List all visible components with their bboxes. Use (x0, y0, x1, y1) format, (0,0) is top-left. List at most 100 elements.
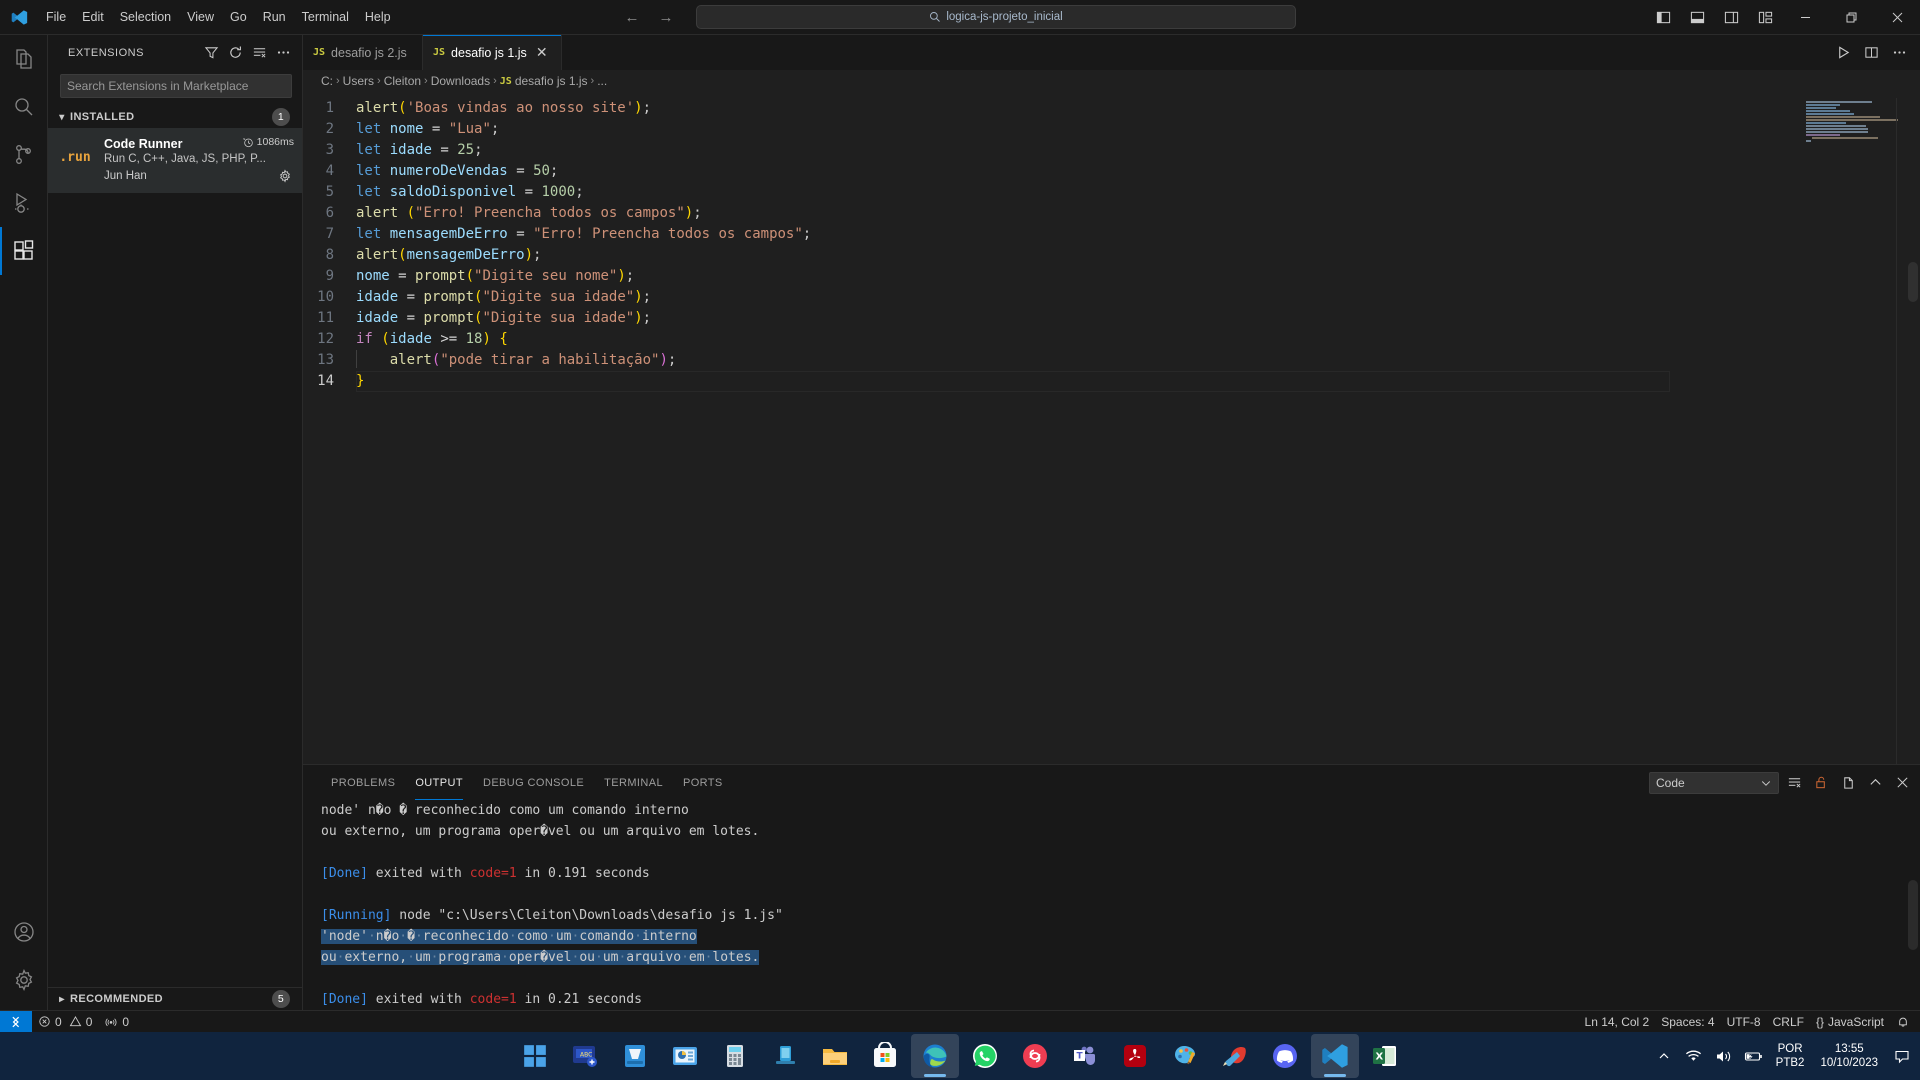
taskbar-item-start[interactable] (511, 1034, 559, 1078)
breadcrumb-item-users[interactable]: Users (343, 74, 374, 88)
go-forward-icon[interactable]: → (658, 9, 674, 26)
more-actions-icon[interactable] (272, 42, 294, 64)
network-button[interactable] (1682, 1049, 1706, 1064)
minimap-slider[interactable] (1806, 92, 1920, 138)
toggle-secondary-sidebar-button[interactable] (1714, 0, 1748, 35)
close-panel-icon[interactable] (1890, 771, 1914, 795)
activity-item-accounts[interactable] (0, 908, 48, 956)
customize-layout-button[interactable] (1748, 0, 1782, 35)
breadcrumb-item-downloads[interactable]: Downloads (431, 74, 490, 88)
activity-item-source-control[interactable] (0, 131, 48, 179)
taskbar-item-device[interactable] (761, 1034, 809, 1078)
taskbar-item-whatsapp[interactable] (961, 1034, 1009, 1078)
collapse-panel-icon[interactable] (1863, 771, 1887, 795)
editor-vertical-scrollbar[interactable] (1908, 262, 1918, 302)
toggle-panel-button[interactable] (1680, 0, 1714, 35)
installed-section-header[interactable]: ▾ INSTALLED 1 (48, 106, 302, 128)
taskbar-item-microsoft-store[interactable] (861, 1034, 909, 1078)
breadcrumb-item-file[interactable]: desafio js 1.js (515, 74, 588, 88)
output-view[interactable]: node' n�o � reconhecido como um comando … (303, 800, 1920, 1010)
panel-tab-terminal[interactable]: TERMINAL (594, 765, 673, 800)
panel-tab-problems[interactable]: PROBLEMS (321, 765, 405, 800)
filter-icon[interactable] (200, 42, 222, 64)
code-content[interactable]: 1 alert('Boas vindas ao nosso site'); 2 let… (303, 92, 1800, 392)
taskbar-item-paint[interactable] (1161, 1034, 1209, 1078)
code-scroll-area[interactable]: 1 alert('Boas vindas ao nosso site'); 2 let… (303, 92, 1800, 764)
close-tab-icon[interactable]: ✕ (533, 44, 551, 62)
taskbar-item-adobe-acrobat[interactable] (1111, 1034, 1159, 1078)
clear-search-results-icon[interactable] (248, 42, 270, 64)
breadcrumb-item-symbol[interactable]: ... (597, 74, 607, 88)
lock-icon[interactable] (1809, 771, 1833, 795)
status-problems[interactable]: 0 0 (32, 1011, 98, 1032)
activity-item-run-and-debug[interactable] (0, 179, 48, 227)
breadcrumb-item-cleiton[interactable]: Cleiton (384, 74, 421, 88)
output-channel-select[interactable]: Code (1649, 771, 1779, 794)
code-editor[interactable]: 1 alert('Boas vindas ao nosso site'); 2 let… (303, 92, 1920, 764)
activity-item-extensions[interactable] (0, 227, 48, 275)
taskbar-item-file-explorer[interactable] (811, 1034, 859, 1078)
taskbar-item-excel[interactable]: X (1361, 1034, 1409, 1078)
menu-file[interactable]: File (38, 0, 74, 34)
taskbar-item-microsoft-edge[interactable] (911, 1034, 959, 1078)
refresh-icon[interactable] (224, 42, 246, 64)
menu-help[interactable]: Help (357, 0, 399, 34)
taskbar-item-microsoft-teams[interactable]: T (1061, 1034, 1109, 1078)
clear-output-icon[interactable] (1782, 771, 1806, 795)
taskbar-item-powerpoint[interactable] (661, 1034, 709, 1078)
menu-terminal[interactable]: Terminal (294, 0, 357, 34)
show-hidden-icons-button[interactable] (1652, 1050, 1676, 1062)
panel-tab-output[interactable]: OUTPUT (405, 765, 473, 800)
search-extensions-input[interactable] (60, 74, 292, 98)
clock[interactable]: 13:55 10/10/2023 (1814, 1042, 1884, 1070)
taskbar-item-quick-assist[interactable]: ABC (561, 1034, 609, 1078)
more-actions-icon[interactable] (1886, 40, 1912, 66)
volume-button[interactable] (1712, 1049, 1736, 1064)
taskbar-item-calculator[interactable] (711, 1034, 759, 1078)
breadcrumb-item-drive[interactable]: C: (321, 74, 333, 88)
editor-tab-desafio-js-2[interactable]: JS desafio js 2.js (303, 35, 423, 70)
extension-gear-icon[interactable] (276, 167, 294, 185)
status-encoding[interactable]: UTF-8 (1721, 1015, 1767, 1029)
activity-item-explorer[interactable] (0, 35, 48, 83)
quick-search-input[interactable]: logica-js-projeto_inicial (696, 5, 1296, 29)
toggle-primary-sidebar-button[interactable] (1646, 0, 1680, 35)
editor-tab-desafio-js-1[interactable]: JS desafio js 1.js ✕ (423, 35, 562, 70)
window-close-button[interactable] (1874, 0, 1920, 35)
remote-window-indicator[interactable] (0, 1011, 32, 1032)
menu-selection[interactable]: Selection (112, 0, 179, 34)
panel-tab-ports[interactable]: PORTS (673, 765, 733, 800)
window-restore-button[interactable] (1828, 0, 1874, 35)
status-indentation[interactable]: Spaces: 4 (1655, 1015, 1720, 1029)
run-code-icon[interactable] (1830, 40, 1856, 66)
menu-go[interactable]: Go (222, 0, 255, 34)
status-language-mode[interactable]: {} JavaScript (1810, 1015, 1890, 1029)
status-cursor-position[interactable]: Ln 14, Col 2 (1579, 1015, 1656, 1029)
output-vertical-scrollbar[interactable] (1908, 880, 1918, 950)
taskbar-item-discord[interactable] (1261, 1034, 1309, 1078)
panel-tab-debug-console[interactable]: DEBUG CONSOLE (473, 765, 594, 800)
menu-edit[interactable]: Edit (74, 0, 112, 34)
language-indicator[interactable]: POR PTB2 (1772, 1042, 1809, 1070)
menu-view[interactable]: View (179, 0, 222, 34)
status-notifications[interactable] (1890, 1015, 1916, 1029)
status-eol[interactable]: CRLF (1767, 1015, 1810, 1029)
activity-item-search[interactable] (0, 83, 48, 131)
minimap[interactable] (1800, 92, 1920, 764)
go-back-icon[interactable]: ← (624, 9, 640, 26)
taskbar-item-visual-studio-code[interactable] (1311, 1034, 1359, 1078)
battery-button[interactable] (1742, 1049, 1766, 1064)
taskbar-item-scanner[interactable] (611, 1034, 659, 1078)
split-editor-icon[interactable] (1858, 40, 1884, 66)
window-minimize-button[interactable] (1782, 0, 1828, 35)
open-in-editor-icon[interactable] (1836, 771, 1860, 795)
recommended-section-header[interactable]: ▸ RECOMMENDED 5 (48, 988, 302, 1010)
menu-run[interactable]: Run (255, 0, 294, 34)
extension-list-item[interactable]: .run Code Runner 1086ms Run C, C++, Java… (48, 128, 302, 193)
taskbar-item-ccleaner[interactable] (1211, 1034, 1259, 1078)
activity-item-manage-settings[interactable] (0, 956, 48, 1004)
notification-center-button[interactable] (1890, 1049, 1914, 1064)
output-content[interactable]: node' n�o � reconhecido como um comando … (321, 800, 1920, 1010)
taskbar-item-red-app[interactable] (1011, 1034, 1059, 1078)
status-ports[interactable]: 0 (98, 1011, 135, 1032)
